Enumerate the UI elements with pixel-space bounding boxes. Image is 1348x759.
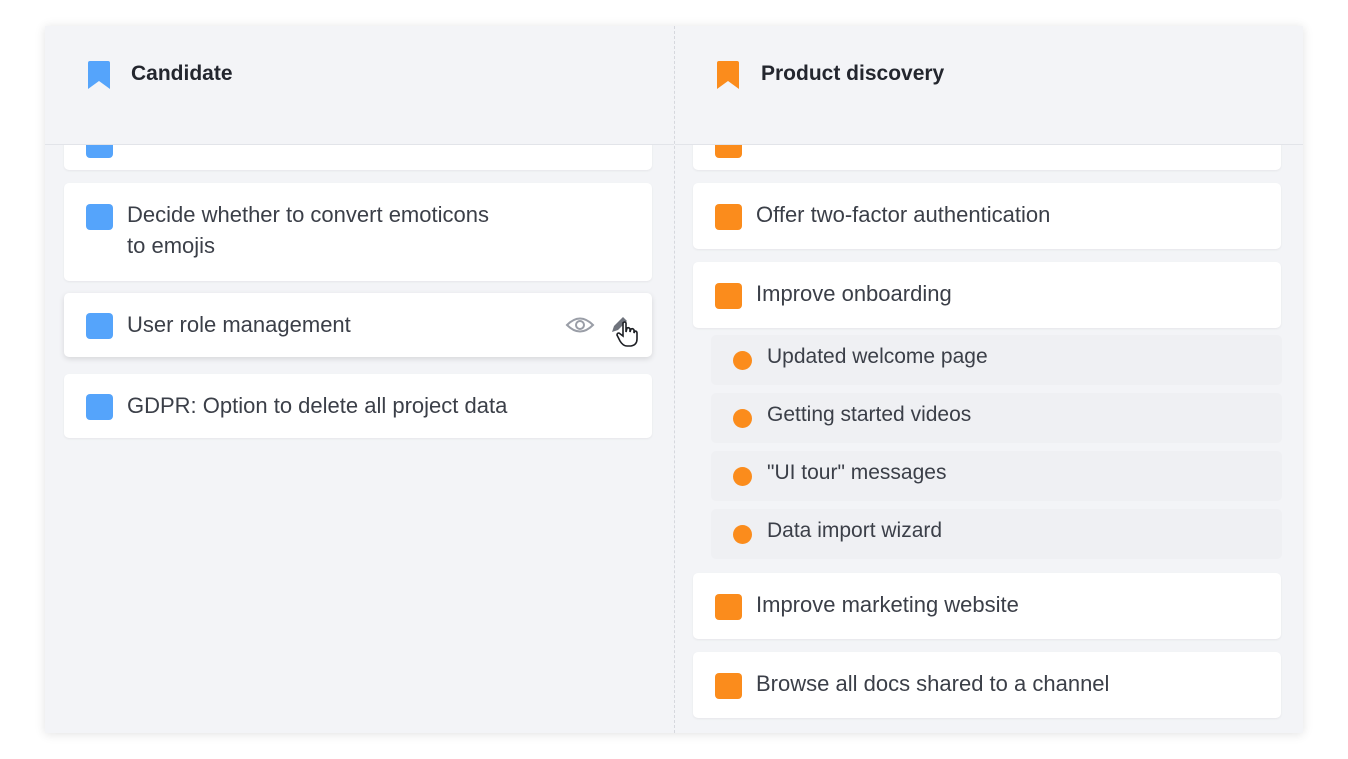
card-color-marker [715, 594, 742, 620]
card-two-factor-auth[interactable]: Offer two-factor authentication [693, 183, 1281, 249]
card-color-marker [715, 283, 742, 309]
subitem-dot [733, 351, 752, 370]
card-title: Offer two-factor authentication [756, 202, 1051, 227]
subitem-data-import-wizard[interactable]: Data import wizard [711, 509, 1282, 559]
card-title: User role management [127, 312, 351, 337]
subitem-title: Getting started videos [767, 403, 972, 426]
card-title: Decide whether to convert emoticons [127, 202, 489, 227]
card-browse-docs[interactable]: Browse all docs shared to a channel [693, 652, 1281, 718]
card-improve-marketing-website[interactable]: Improve marketing website [693, 573, 1281, 639]
card-title: Improve marketing website [756, 592, 1019, 617]
bookmark-icon [717, 61, 739, 89]
card-user-role-management[interactable]: User role management [64, 293, 652, 357]
subitem-dot [733, 525, 752, 544]
subitem-updated-welcome-page[interactable]: Updated welcome page [711, 335, 1282, 385]
subitem-dot [733, 409, 752, 428]
subitem-ui-tour-messages[interactable]: "UI tour" messages [711, 451, 1282, 501]
column-candidate: Candidate Decide whether to convert emot… [45, 26, 674, 733]
subitem-title: Updated welcome page [767, 345, 988, 368]
card-color-marker [86, 204, 113, 230]
card-title: GDPR: Option to delete all project data [127, 393, 508, 418]
card-color-marker [86, 313, 113, 339]
card-gdpr[interactable]: GDPR: Option to delete all project data [64, 374, 652, 438]
card-improve-onboarding[interactable]: Improve onboarding [693, 262, 1281, 328]
column-header: Product discovery [675, 26, 1303, 145]
subitem-title: "UI tour" messages [767, 461, 947, 484]
card-color-marker [86, 394, 113, 420]
card-convert-emoticons[interactable]: Decide whether to convert emoticons to e… [64, 183, 652, 281]
column-header: Candidate [45, 26, 674, 145]
subitem-getting-started-videos[interactable]: Getting started videos [711, 393, 1282, 443]
subitem-dot [733, 467, 752, 486]
card-title: Browse all docs shared to a channel [756, 671, 1110, 696]
hand-pointer-icon [616, 321, 638, 347]
column-title: Candidate [131, 62, 233, 85]
card-color-marker [715, 204, 742, 230]
roadmap-board: Candidate Decide whether to convert emot… [45, 26, 1303, 733]
card-color-marker [715, 673, 742, 699]
card-title-line2: to emojis [127, 233, 216, 258]
column-title: Product discovery [761, 62, 945, 85]
card-title: Improve onboarding [756, 281, 952, 306]
eye-icon[interactable] [565, 315, 595, 335]
subitem-title: Data import wizard [767, 519, 943, 542]
bookmark-icon [88, 61, 110, 89]
